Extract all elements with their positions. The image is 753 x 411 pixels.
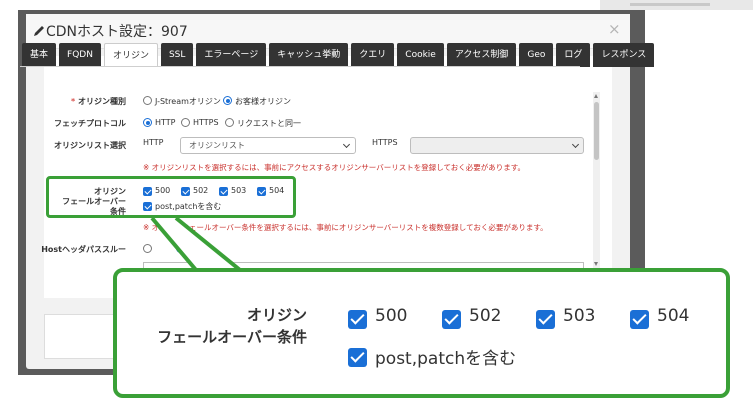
zoom-post-patch-label: post,patchを含む <box>375 349 517 369</box>
zoom-post-patch-checkbox[interactable] <box>348 348 367 367</box>
zoom-502-label: 502 <box>469 306 502 326</box>
zoom-callout: オリジン フェールオーバー条件 500 502 503 504 post,pat… <box>113 268 730 398</box>
zoom-503-label: 503 <box>563 306 596 326</box>
zoom-504-checkbox[interactable] <box>630 310 649 329</box>
zoom-failover-label: オリジン フェールオーバー条件 <box>137 304 307 348</box>
zoom-500-checkbox[interactable] <box>348 310 367 329</box>
zoom-502-checkbox[interactable] <box>442 310 461 329</box>
zoom-failover-label-line1: オリジン <box>246 306 307 324</box>
zoom-500-label: 500 <box>375 306 408 326</box>
zoom-503-checkbox[interactable] <box>536 310 555 329</box>
zoom-504-label: 504 <box>657 306 690 326</box>
screenshot-stage: CDNホスト設定：907 × 基本 FQDN オリジン SSL エラーページ キ… <box>0 0 753 411</box>
zoom-failover-label-line2: フェールオーバー条件 <box>157 328 307 346</box>
